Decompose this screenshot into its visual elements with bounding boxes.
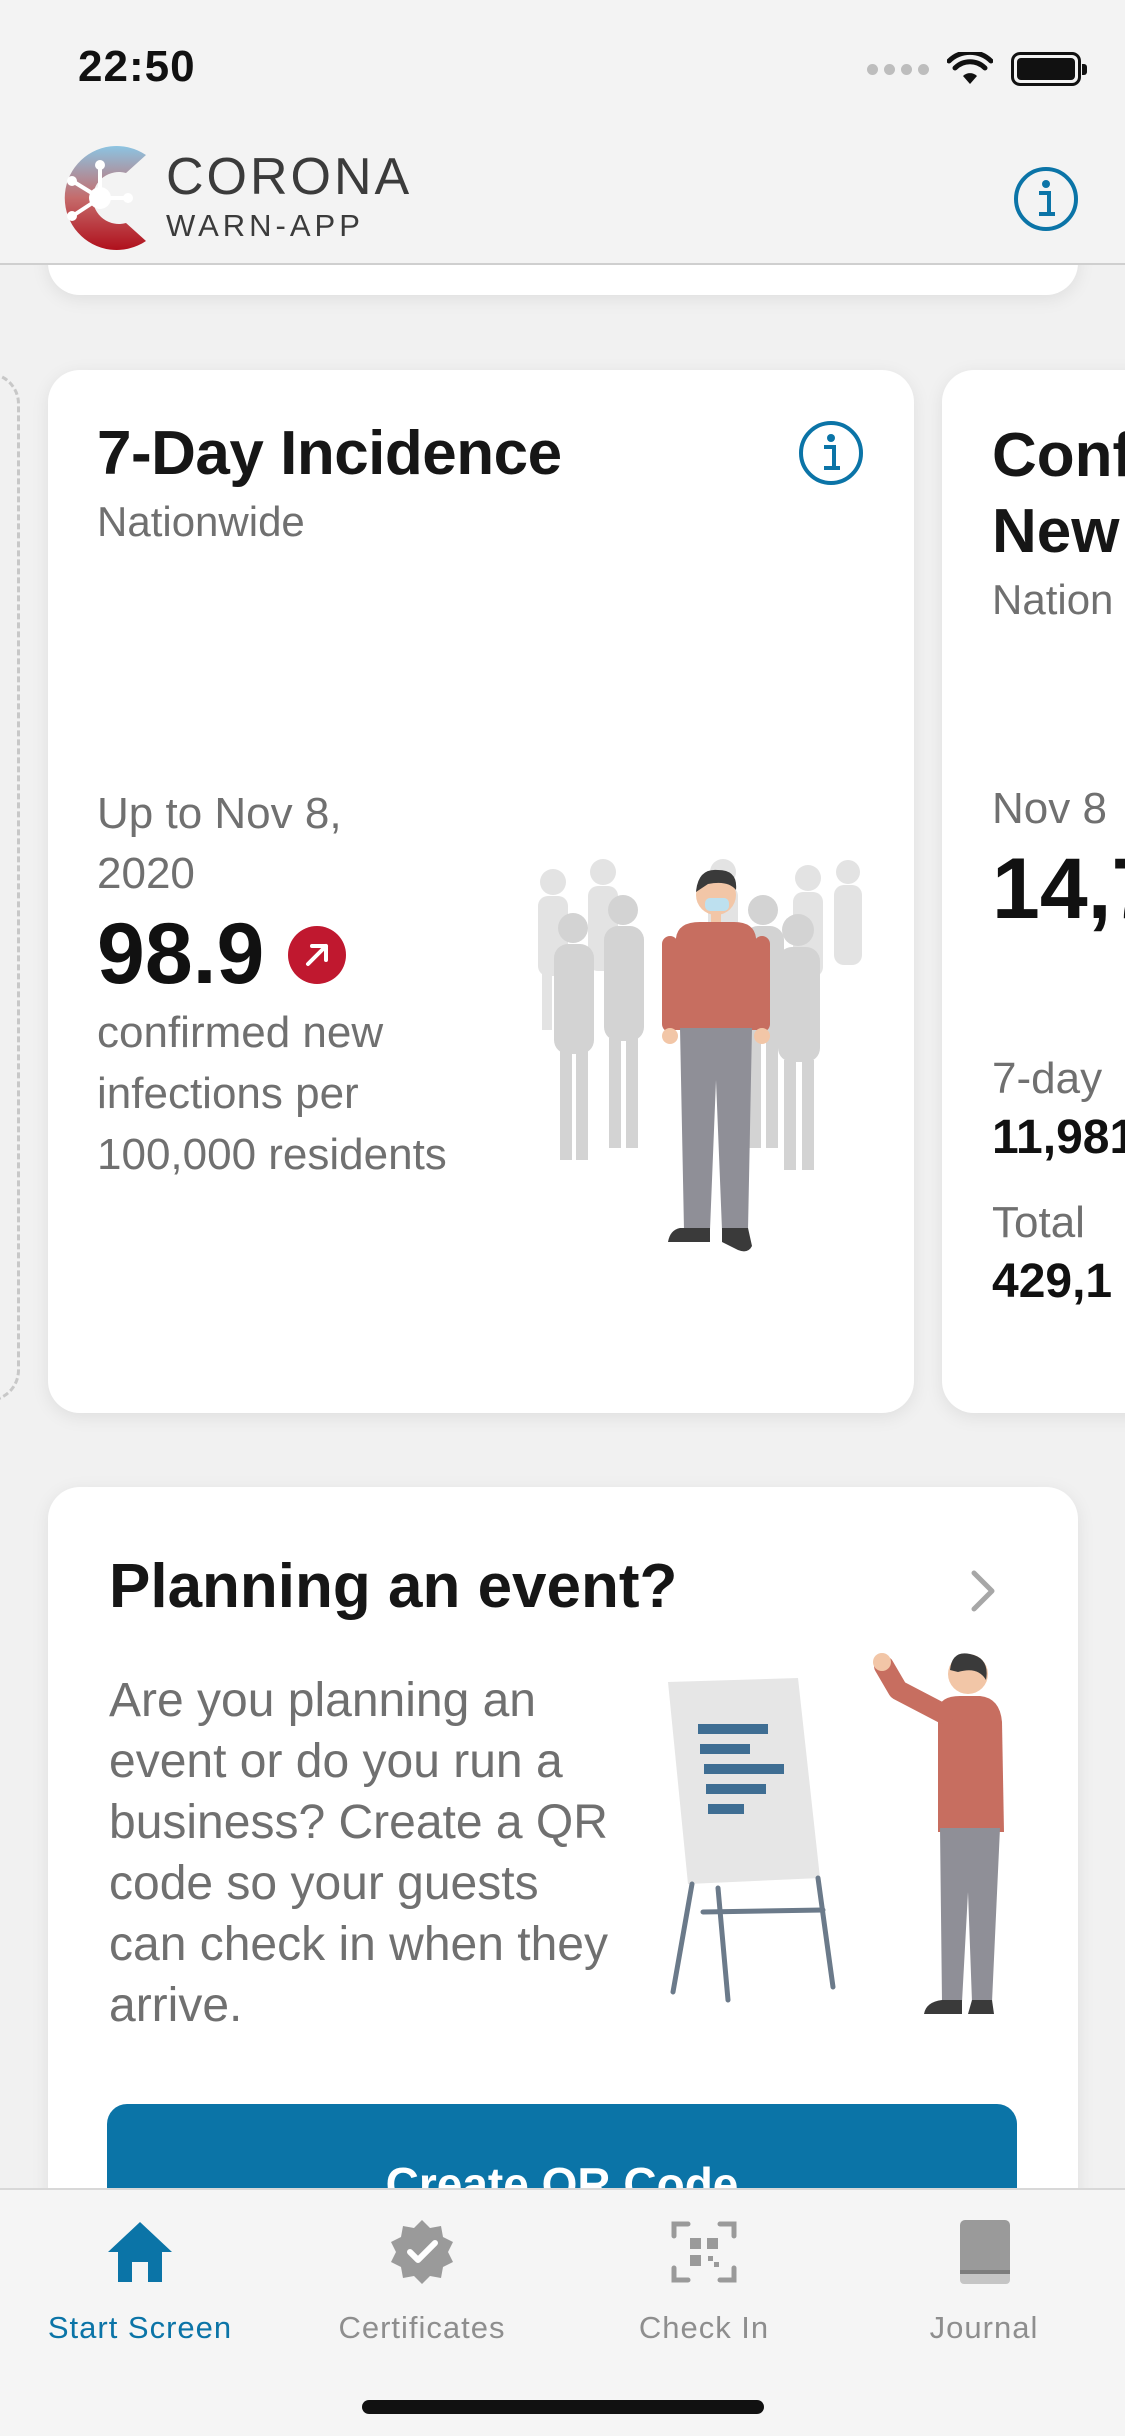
tab-check-in[interactable]: Check In: [564, 2212, 844, 2352]
create-qr-code-button[interactable]: Create QR Code: [107, 2104, 1017, 2190]
trend-up-icon: [288, 925, 347, 984]
incidence-description: confirmed new infections per 100,000 res…: [97, 1008, 447, 1179]
cases-7day-value: 11,981: [992, 1111, 1125, 1164]
tab-label: Certificates: [338, 2310, 506, 2345]
chevron-right-icon: [971, 1570, 995, 1612]
tab-label: Check In: [638, 2310, 770, 2345]
tab-certificates[interactable]: Certificates: [282, 2212, 562, 2352]
incidence-value: 98.9: [97, 906, 265, 1002]
cases-value: 14,7: [992, 841, 1125, 937]
brand-title: CORONA: [166, 148, 413, 206]
tab-start-screen[interactable]: Start Screen: [0, 2212, 280, 2352]
cases-title: Conf New: [992, 418, 1125, 570]
home-scroll-content[interactable]: 7-Day Incidence Nationwide Up to Nov 8, …: [0, 0, 1125, 2190]
incidence-date: Up to Nov 8, 2020: [97, 789, 342, 898]
cases-7day-label: 7-day: [992, 1054, 1103, 1103]
brand-subtitle: WARN-APP: [166, 208, 364, 243]
brand: CORONA WARN-APP: [166, 147, 412, 245]
confirmed-cases-statistics-card: Conf New Nation Nov 8 14,7 7-day 11,981 …: [942, 370, 1125, 1413]
crowd-with-mask-illustration: [538, 859, 862, 1252]
event-card-description: Are you planning an event or do you run …: [109, 1674, 608, 2032]
cases-title-line2: New: [992, 497, 1120, 566]
app-header: CORONA WARN-APP: [0, 135, 1125, 265]
event-planning-card[interactable]: Planning an event? Are you planning an e…: [48, 1487, 1078, 2190]
incidence-statistics-card: 7-Day Incidence Nationwide Up to Nov 8, …: [48, 370, 914, 1413]
cases-subtitle: Nation: [992, 576, 1114, 623]
incidence-subtitle: Nationwide: [97, 498, 305, 545]
incidence-value-row: 98.9: [97, 905, 347, 1004]
tab-label: Start Screen: [47, 2310, 233, 2345]
info-icon[interactable]: [1013, 166, 1079, 232]
corona-warn-app-logo: [64, 146, 146, 251]
cases-date: Nov 8: [992, 784, 1107, 833]
tab-journal[interactable]: Journal: [844, 2212, 1124, 2352]
tab-label: Journal: [929, 2310, 1039, 2345]
home-indicator: [362, 2400, 764, 2414]
journal-icon: [960, 2220, 1010, 2284]
incidence-title: 7-Day Incidence: [97, 419, 562, 488]
tab-bar: Start Screen Certificates Check In Journ…: [0, 2188, 1125, 2436]
qr-scan-icon: [671, 2221, 737, 2283]
home-icon: [108, 2222, 172, 2282]
info-icon[interactable]: [798, 420, 864, 486]
certificate-icon: [391, 2220, 453, 2284]
presenter-flipchart-illustration: [668, 1653, 1004, 2014]
event-card-title: Planning an event?: [109, 1552, 678, 1621]
cases-total-value: 429,1: [992, 1255, 1113, 1308]
cases-title-line1: Conf: [992, 421, 1125, 490]
cases-total-label: Total: [992, 1198, 1085, 1247]
previous-statistics-card-edge: [0, 372, 20, 1402]
